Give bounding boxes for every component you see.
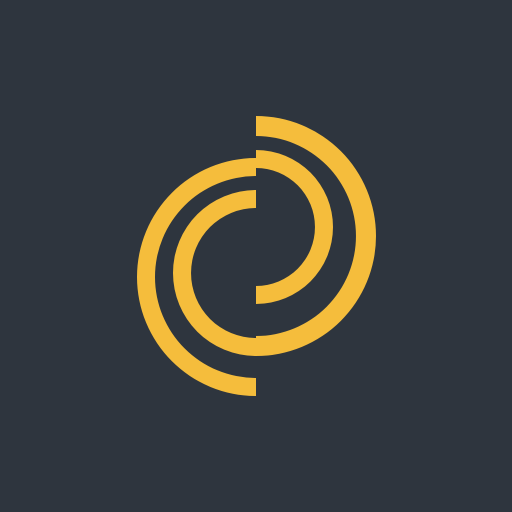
left-arc-group [137,158,256,396]
left-inner-arc [173,190,256,356]
right-inner-arc [256,150,333,304]
right-arc-group [256,116,376,356]
app-icon-canvas [0,0,512,512]
interlocking-arcs-logo-icon [137,116,376,396]
